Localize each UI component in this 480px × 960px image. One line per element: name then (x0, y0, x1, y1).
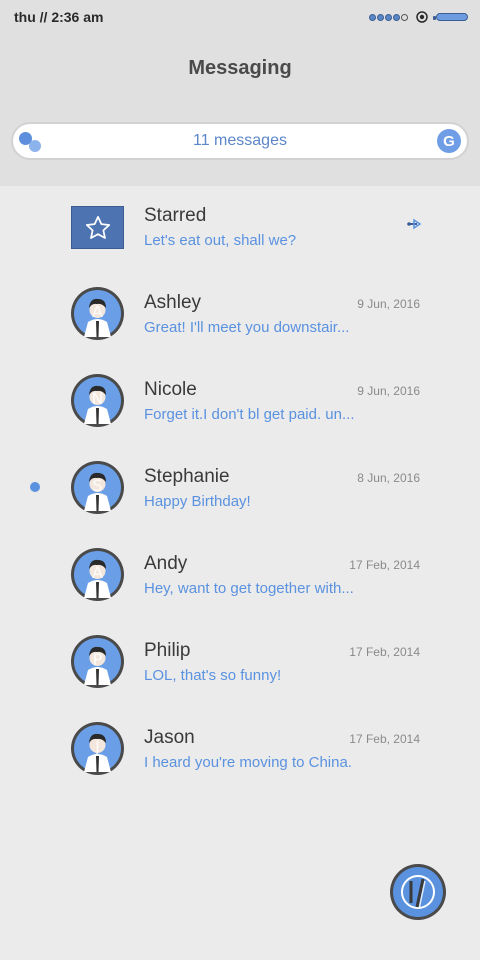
contact-name: Jason (144, 727, 195, 748)
person-avatar-icon: S (74, 464, 121, 511)
message-date: 17 Feb, 2014 (349, 558, 420, 572)
avatar: N (71, 374, 124, 427)
contact-name: Andy (144, 553, 188, 574)
avatar: A (71, 548, 124, 601)
message-preview: Hey, want to get together with... (144, 580, 354, 597)
contact-name: Ashley (144, 292, 202, 313)
battery-icon (433, 13, 468, 21)
message-date: 17 Feb, 2014 (349, 732, 420, 746)
avatar: P (71, 635, 124, 688)
conversation-stephanie[interactable]: S Stephanie 8 Jun, 2016 Happy Birthday! (0, 447, 480, 534)
svg-text:P: P (93, 650, 103, 669)
avatar: A (71, 287, 124, 340)
message-preview: LOL, that's so funny! (144, 667, 282, 684)
contact-name: Philip (144, 640, 191, 661)
conversation-nicole[interactable]: N Nicole 9 Jun, 2016 Forget it.I don't b… (0, 360, 480, 447)
svg-text:S: S (92, 476, 102, 495)
conversation-ashley[interactable]: A Ashley 9 Jun, 2016 Great! I'll meet yo… (0, 273, 480, 360)
svg-text:N: N (92, 389, 104, 408)
send-arrow-icon[interactable] (406, 218, 422, 230)
message-date: 9 Jun, 2016 (357, 384, 420, 398)
contact-name: Nicole (144, 379, 197, 400)
person-avatar-icon: J (74, 725, 121, 772)
contact-name: Starred (144, 205, 207, 226)
message-preview: Let's eat out, shall we? (144, 232, 297, 249)
conversation-jason[interactable]: J Jason 17 Feb, 2014 I heard you're movi… (0, 708, 480, 795)
person-avatar-icon: A (74, 551, 121, 598)
message-preview: I heard you're moving to China. (144, 754, 352, 771)
header: thu // 2:36 am Messaging 11 messages G (0, 0, 480, 186)
message-date: 9 Jun, 2016 (357, 297, 420, 311)
star-icon (71, 206, 124, 249)
person-avatar-icon: N (74, 377, 121, 424)
message-count-label: 11 messages (193, 132, 287, 149)
person-avatar-icon: A (74, 290, 121, 337)
compose-button[interactable] (390, 864, 446, 920)
svg-text:A: A (92, 302, 103, 321)
message-preview: Great! I'll meet you downstair... (144, 319, 350, 336)
svg-text:J: J (94, 737, 100, 756)
conversation-starred[interactable]: Starred Let's eat out, shall we? (0, 186, 480, 273)
message-date: 17 Feb, 2014 (349, 645, 420, 659)
avatar: J (71, 722, 124, 775)
status-bar: thu // 2:36 am (0, 0, 480, 34)
page-title: Messaging (188, 57, 292, 79)
avatar: S (71, 461, 124, 514)
compose-icon (393, 867, 443, 917)
message-preview: Forget it.I don't bl get paid. un... (144, 406, 355, 423)
status-icons (369, 10, 468, 24)
wifi-icon (416, 11, 428, 23)
google-g-icon[interactable]: G (437, 129, 461, 153)
contact-name: Stephanie (144, 466, 230, 487)
svg-text:A: A (92, 563, 103, 582)
message-preview: Happy Birthday! (144, 493, 251, 510)
person-avatar-icon: P (74, 638, 121, 685)
search-bar[interactable]: 11 messages G (13, 124, 467, 158)
conversation-philip[interactable]: P Philip 17 Feb, 2014 LOL, that's so fun… (0, 621, 480, 708)
status-time: thu // 2:36 am (14, 9, 104, 25)
conversation-andy[interactable]: A Andy 17 Feb, 2014 Hey, want to get tog… (0, 534, 480, 621)
message-date: 8 Jun, 2016 (357, 471, 420, 485)
signal-icon (369, 13, 408, 21)
unread-dot (30, 482, 40, 492)
